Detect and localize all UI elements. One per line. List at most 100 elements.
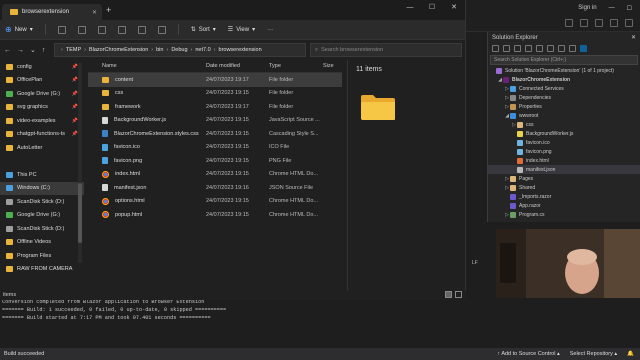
solution-tree-item[interactable]: favicon.ico [488,138,640,147]
maximize-button[interactable]: ☐ [421,0,443,14]
solution-tree-item[interactable]: Solution 'BlazorChromeExtension' (1 of 1… [488,66,640,75]
paste-icon[interactable] [97,25,106,34]
solution-tree-item[interactable]: ▷ css [488,120,640,129]
breadcrumb-item[interactable]: browserextension [219,47,262,53]
toolbar-icon[interactable] [595,19,603,27]
more-button[interactable]: ··· [267,27,273,33]
file-row[interactable]: index.html 24/07/2023 19:15 Chrome HTML Do… [88,168,342,182]
solution-tree-item[interactable]: index.html [488,156,640,165]
chevron-right-icon[interactable]: › [214,47,216,53]
close-tab-icon[interactable]: ✕ [92,9,97,16]
nav-item[interactable]: config 📌 [0,60,84,74]
nav-scrollbar[interactable] [78,63,82,263]
breadcrumb-item[interactable]: Debug [171,47,187,53]
solution-tree-item[interactable]: ▷ Pages [488,174,640,183]
share-icon[interactable] [137,25,146,34]
solution-tree-item[interactable]: ▷ Program.cs [488,210,640,219]
column-date[interactable]: Date modified [206,63,269,69]
breadcrumb-item[interactable]: net7.0 [195,47,210,53]
solution-tree-item[interactable]: ▷ Properties [488,102,640,111]
solution-tree-item[interactable]: ◢ wwwroot [488,111,640,120]
delete-icon[interactable] [157,25,166,34]
nav-item[interactable]: RAW FROM CAMERA [0,263,84,277]
add-source-control-button[interactable]: ↑ Add to Source Control ▴ [497,351,559,357]
breadcrumb-item[interactable]: TEMP [66,47,81,53]
nav-item[interactable]: OfficePlan 📌 [0,74,84,88]
solution-tree-item[interactable]: favicon.png [488,147,640,156]
close-button[interactable]: ✕ [443,0,465,14]
nav-item[interactable]: Google Drive (G:) 📌 [0,87,84,101]
file-row[interactable]: favicon.png 24/07/2023 19:15 PNG File [88,154,342,168]
nav-item[interactable]: ScanDisk Stick (D:) [0,195,84,209]
refresh-icon[interactable] [536,45,543,52]
toolbar-icon[interactable] [625,19,633,27]
chevron-right-icon[interactable]: › [61,47,63,53]
nav-item[interactable]: Offline Videos [0,236,84,250]
nav-item[interactable]: Google Drive (G:) [0,209,84,223]
nav-item[interactable]: svg graphics 📌 [0,101,84,115]
solution-tree-item[interactable]: manifest.json [488,165,640,174]
toolbar-icon[interactable] [580,19,588,27]
breadcrumb-item[interactable]: bin [156,47,163,53]
copy-icon[interactable] [77,25,86,34]
nav-item[interactable]: video-examples 📌 [0,114,84,128]
preview-icon[interactable] [580,45,587,52]
toolbar-icon[interactable] [610,19,618,27]
solution-tree-item[interactable]: BackgroundWorker.js [488,129,640,138]
scroll-thumb[interactable] [78,183,82,243]
solution-tree-item[interactable]: ▷ Shared [488,183,640,192]
tiles-view-icon[interactable] [455,291,462,298]
close-icon[interactable]: ✕ [631,34,636,41]
view-button[interactable]: ☰ View ▾ [228,26,255,34]
file-row[interactable]: popup.html 24/07/2023 19:15 Chrome HTML Do… [88,208,342,222]
back-icon[interactable] [492,45,499,52]
chevron-right-icon[interactable]: › [151,47,153,53]
file-row[interactable]: options.html 24/07/2023 19:15 Chrome HTML … [88,195,342,209]
file-row[interactable]: manifest.json 24/07/2023 19:16 JSON Source… [88,181,342,195]
details-view-icon[interactable] [445,291,452,298]
file-row[interactable]: BlazorChromeExtension.styles.css 24/07/20… [88,127,342,141]
solution-tree-item[interactable]: App.razor [488,201,640,210]
maximize-icon[interactable]: ☐ [627,5,632,12]
up-arrow-icon[interactable]: ↑ [42,47,46,54]
file-row[interactable]: BackgroundWorker.js 24/07/2023 19:15 JavaS… [88,114,342,128]
nav-item[interactable]: Program Files [0,249,84,263]
nav-item[interactable]: Windows (C:) [0,181,84,195]
file-row[interactable]: favicon.ico 24/07/2023 19:15 ICO File [88,141,342,155]
solution-tree-item[interactable]: ◢ BlazorChromeExtension [488,75,640,84]
notifications-icon[interactable]: 🔔 [627,351,634,357]
column-name[interactable]: Name [88,63,206,69]
cut-icon[interactable] [57,25,66,34]
solution-explorer-search[interactable]: Search Solution Explorer (Ctrl+;) [490,55,638,65]
forward-icon[interactable] [503,45,510,52]
home-icon[interactable] [514,45,521,52]
up-chevron-icon[interactable]: ⌄ [30,46,36,54]
minimize-icon[interactable]: — [609,5,615,11]
sort-button[interactable]: ⇅ Sort ▾ [191,26,216,34]
show-all-icon[interactable] [558,45,565,52]
chevron-right-icon[interactable]: › [166,47,168,53]
back-arrow-icon[interactable]: ← [4,47,11,54]
collapse-icon[interactable] [547,45,554,52]
rename-icon[interactable] [117,25,126,34]
column-size[interactable]: Size [323,63,342,69]
nav-item[interactable]: chatgpt-functions-ts 📌 [0,128,84,142]
nav-item[interactable]: This PC [0,168,84,182]
nav-item[interactable]: ScanDisk Stick (D:) [0,222,84,236]
settings-icon[interactable] [569,45,576,52]
minimize-button[interactable]: — [399,0,421,14]
solution-tree-item[interactable]: _Imports.razor [488,192,640,201]
new-button[interactable]: ⊕ New ▾ [5,25,33,34]
forward-arrow-icon[interactable]: → [17,47,24,54]
column-type[interactable]: Type [269,63,323,69]
solution-tree-item[interactable]: ▷ Connected Services [488,84,640,93]
tab-browserextension[interactable]: browserextension ✕ [2,4,102,20]
solution-tree-item[interactable]: ▷ Dependencies [488,93,640,102]
breadcrumb-item[interactable]: BlazorChromeExtension [89,47,148,53]
new-tab-button[interactable]: + [106,5,111,15]
select-repository-button[interactable]: Select Repository ▴ [570,351,617,357]
toolbar-icon[interactable] [565,19,573,27]
file-row[interactable]: framework 24/07/2023 19:17 File folder [88,100,342,114]
sign-in-link[interactable]: Sign in [578,5,596,11]
file-row[interactable]: content 24/07/2023 19:17 File folder [88,73,342,87]
